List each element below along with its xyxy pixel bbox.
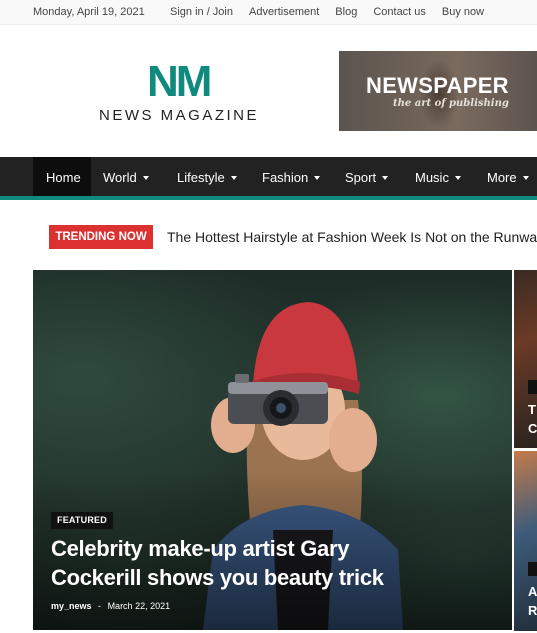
chevron-down-icon [382,176,389,180]
meta-separator: - [98,601,102,611]
side-post-2[interactable]: A R [514,451,537,631]
buy-now-link[interactable]: Buy now [442,6,484,18]
nav-item-label: Sport [345,170,377,185]
featured-post[interactable]: FEATURED Celebrity make-up artist Gary C… [33,270,512,630]
banner-subtitle: the art of publishing [393,98,509,109]
featured-author[interactable]: my_news [51,601,92,611]
featured-date: March 22, 2021 [107,601,171,611]
side-post-badge [528,380,537,394]
featured-category-badge[interactable]: FEATURED [51,512,113,529]
logo-wordmark: NEWS MAGAZINE [99,107,260,124]
side-post-1[interactable]: T C [514,270,537,448]
chevron-down-icon [454,176,461,180]
logo-mark: NM [147,57,212,106]
nav-item-more[interactable]: More [487,157,529,196]
nav-item-sport[interactable]: Sport [345,157,389,196]
top-bar: Monday, April 19, 2021 Sign in / Join Ad… [0,0,537,25]
advertisement-link[interactable]: Advertisement [249,6,319,18]
nav-item-label: Fashion [262,170,309,185]
side-post-title-line: R [528,603,537,618]
nav-item-label: More [487,170,517,185]
side-post-title-line: A [528,584,537,599]
current-date: Monday, April 19, 2021 [33,6,145,18]
nav-item-label: Lifestyle [177,170,225,185]
nav-item-label: World [103,170,137,185]
side-post-badge [528,562,537,576]
side-post-title-line: T [528,402,536,417]
trending-headline-link[interactable]: The Hottest Hairstyle at Fashion Week Is… [167,229,537,245]
contact-us-link[interactable]: Contact us [373,6,426,18]
blog-link[interactable]: Blog [335,6,357,18]
featured-title[interactable]: Celebrity make-up artist Gary Cockerill … [51,534,431,592]
nav-item-fashion[interactable]: Fashion [262,157,321,196]
chevron-down-icon [230,176,237,180]
featured-meta: my_news - March 22, 2021 [51,601,170,611]
nav-item-music[interactable]: Music [415,157,461,196]
side-post-title-line: C [528,421,537,436]
nav-item-label: Music [415,170,449,185]
site-logo[interactable]: NM NEWS MAGAZINE [99,57,274,125]
banner-title: NEWSPAPER [366,73,509,98]
nav-item-label: Home [46,170,81,185]
nav-item-home[interactable]: Home [33,157,91,196]
nav-item-world[interactable]: World [103,157,149,196]
chevron-down-icon [314,176,321,180]
main-navigation: Home World Lifestyle Fashion Sport Music… [0,157,537,200]
chevron-down-icon [142,176,149,180]
top-links: Sign in / Join Advertisement Blog Contac… [170,6,500,18]
nav-item-lifestyle[interactable]: Lifestyle [177,157,237,196]
sign-in-link[interactable]: Sign in / Join [170,6,233,18]
chevron-down-icon [522,176,529,180]
trending-now-badge: TRENDING NOW [49,225,153,249]
header-banner-ad[interactable]: NEWSPAPER the art of publishing [339,51,537,131]
